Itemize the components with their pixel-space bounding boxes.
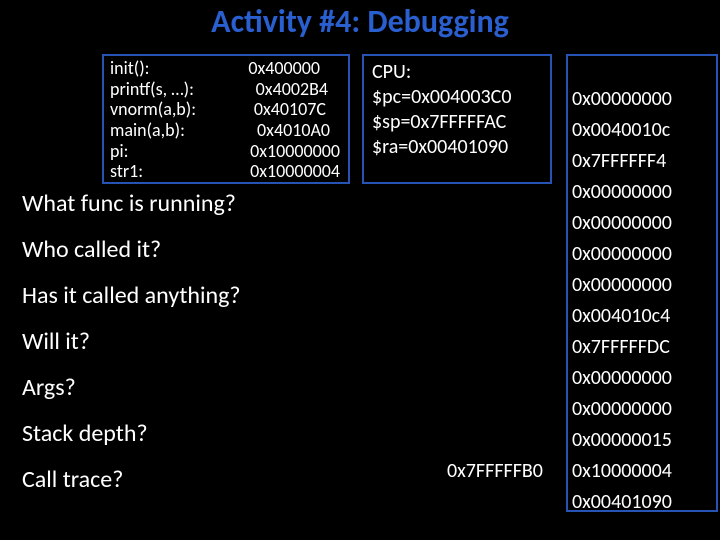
symbol-key: printf(s, …): <box>110 79 194 100</box>
symbol-row: pi: 0x10000000 <box>110 141 342 162</box>
slide: Activity #4: Debugging init(): 0x400000 … <box>0 0 720 540</box>
question: Args? <box>22 376 241 400</box>
symbol-val: 0x40107C <box>254 99 326 120</box>
stack-row: 0x0040010c <box>572 115 712 146</box>
symbols-box: init(): 0x400000 printf(s, …): 0x4002B4 … <box>102 54 350 184</box>
stack-row: 0x00000000 <box>572 270 712 301</box>
stack-row: 0x10000004 <box>572 456 712 487</box>
symbol-val: 0x10000004 <box>250 161 340 182</box>
stack-row: 0x00000000 <box>572 208 712 239</box>
stack-row: 0x00000000 <box>572 84 712 115</box>
stack-box: 0x00000000 0x0040010c 0x7FFFFFF4 0x00000… <box>566 54 718 512</box>
stack-row: 0x004010c4 <box>572 301 712 332</box>
stack-row: 0x7FFFFFDC <box>572 332 712 363</box>
cpu-box: CPU: $pc=0x004003C0 $sp=0x7FFFFFAC $ra=0… <box>362 54 552 184</box>
symbol-row: printf(s, …): 0x4002B4 <box>110 79 342 100</box>
symbol-row: vnorm(a,b): 0x40107C <box>110 99 342 120</box>
stack-spacer <box>572 60 712 84</box>
symbol-key: vnorm(a,b): <box>110 99 196 120</box>
symbol-row: str1: 0x10000004 <box>110 161 342 182</box>
stack-row: 0x00401090 <box>572 487 712 518</box>
cpu-pc: $pc=0x004003C0 <box>372 85 542 110</box>
symbol-val: 0x4010A0 <box>257 120 330 141</box>
question: Has it called anything? <box>22 284 241 308</box>
stack-row: 0x00000000 <box>572 239 712 270</box>
stack-row: 0x00000000 <box>572 394 712 425</box>
symbol-row: main(a,b): 0x4010A0 <box>110 120 342 141</box>
cpu-ra: $ra=0x00401090 <box>372 135 542 160</box>
stack-pointer-label: 0x7FFFFFB0 <box>447 459 543 483</box>
cpu-sp: $sp=0x7FFFFFAC <box>372 110 542 135</box>
symbol-key: main(a,b): <box>110 120 185 141</box>
question: Who called it? <box>22 238 241 262</box>
stack-row: 0x7FFFFFF4 <box>572 146 712 177</box>
symbol-val: 0x4002B4 <box>256 79 328 100</box>
symbol-key: str1: <box>110 161 143 182</box>
question: Will it? <box>22 330 241 354</box>
question: What func is running? <box>22 192 241 216</box>
symbol-row: init(): 0x400000 <box>110 58 342 79</box>
symbol-key: init(): <box>110 58 149 79</box>
slide-title: Activity #4: Debugging <box>0 2 720 41</box>
question: Stack depth? <box>22 422 241 446</box>
stack-row: 0x00000015 <box>572 425 712 456</box>
stack-row: 0x00000000 <box>572 363 712 394</box>
questions-list: What func is running? Who called it? Has… <box>22 192 241 514</box>
stack-row: 0x00000000 <box>572 177 712 208</box>
question: Call trace? <box>22 468 241 492</box>
cpu-head: CPU: <box>372 60 542 85</box>
symbol-key: pi: <box>110 141 128 162</box>
symbol-val: 0x400000 <box>248 58 320 79</box>
symbol-val: 0x10000000 <box>250 141 340 162</box>
